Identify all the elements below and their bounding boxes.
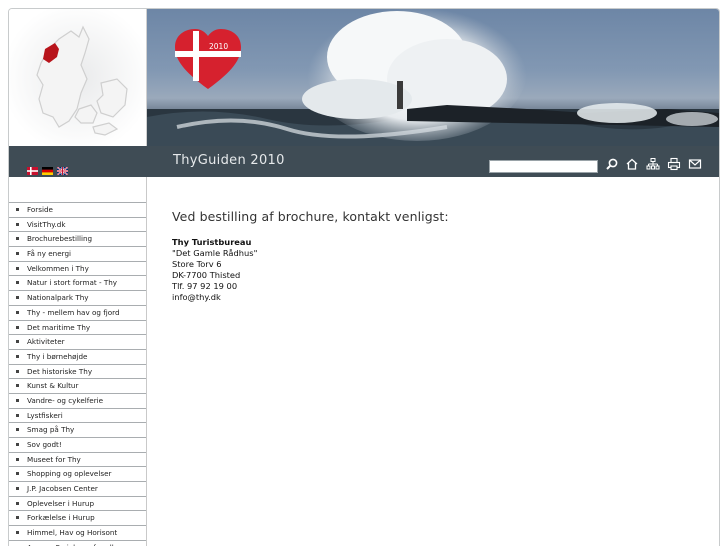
sidebar-item[interactable]: Shopping og oplevelser: [9, 467, 146, 482]
sidebar-item[interactable]: Det historiske Thy: [9, 365, 146, 380]
sidebar-item[interactable]: Museet for Thy: [9, 453, 146, 468]
sidebar-item-label: Sov godt!: [27, 440, 62, 449]
bullet-icon: [16, 267, 19, 270]
sidebar-item[interactable]: Smag på Thy: [9, 423, 146, 438]
site-title: ThyGuiden 2010: [173, 153, 285, 168]
sidebar-item-label: Forkælelse i Hurup: [27, 513, 95, 522]
contact-line: Tlf. 97 92 19 00: [172, 281, 692, 292]
mail-icon[interactable]: [688, 157, 702, 171]
sidebar-item[interactable]: Brochurebestilling: [9, 232, 146, 247]
bullet-icon: [16, 223, 19, 226]
main-content: Ved bestilling af brochure, kontakt venl…: [172, 209, 692, 303]
bullet-icon: [16, 516, 19, 519]
bullet-icon: [16, 208, 19, 211]
sidebar-item[interactable]: Thy i børnehøjde: [9, 350, 146, 365]
sitemap-icon[interactable]: [646, 157, 660, 171]
sidebar-item[interactable]: Vandre- og cykelferie: [9, 394, 146, 409]
contact-line: Store Torv 6: [172, 259, 692, 270]
sidebar-item[interactable]: Få ny energi: [9, 247, 146, 262]
sidebar-item[interactable]: Nationalpark Thy: [9, 291, 146, 306]
heart-flag-icon: [173, 27, 243, 91]
sidebar-item-label: Vandre- og cykelferie: [27, 396, 103, 405]
bullet-icon: [16, 428, 19, 431]
contact-line: "Det Gamle Rådhus": [172, 248, 692, 259]
bullet-icon: [16, 502, 19, 505]
sidebar-item-label: Brochurebestilling: [27, 234, 92, 243]
sidebar-item-label: Natur i stort format - Thy: [27, 278, 117, 287]
home-icon[interactable]: [625, 157, 639, 171]
sidebar-item[interactable]: Agger - Feriebyen for alle: [9, 541, 146, 546]
sidebar-item-label: Thy - mellem hav og fjord: [27, 308, 120, 317]
contact-address: Thy Turistbureau "Det Gamle Rådhus" Stor…: [172, 237, 692, 303]
bullet-icon: [16, 355, 19, 358]
contact-email-link[interactable]: info@thy.dk: [172, 292, 692, 303]
sidebar-item-label: Himmel, Hav og Horisont: [27, 528, 117, 537]
contact-org: Thy Turistbureau: [172, 237, 692, 248]
sidebar-item-label: Nationalpark Thy: [27, 293, 89, 302]
search-input[interactable]: [489, 160, 598, 173]
page-frame: 2010: [8, 8, 720, 546]
bullet-icon: [16, 296, 19, 299]
page-heading: Ved bestilling af brochure, kontakt venl…: [172, 209, 692, 224]
bullet-icon: [16, 237, 19, 240]
sidebar-item[interactable]: Natur i stort format - Thy: [9, 276, 146, 291]
bullet-icon: [16, 340, 19, 343]
bullet-icon: [16, 443, 19, 446]
sidebar-item-label: Shopping og oplevelser: [27, 469, 111, 478]
denmark-map[interactable]: [9, 9, 147, 146]
bullet-icon: [16, 281, 19, 284]
sidebar-item-label: Få ny energi: [27, 249, 71, 258]
sidebar-item[interactable]: Oplevelser i Hurup: [9, 497, 146, 512]
denmark-map-graphic: [9, 9, 146, 146]
sidebar-item[interactable]: Sov godt!: [9, 438, 146, 453]
toolbar: ThyGuiden 2010: [9, 146, 719, 177]
bullet-icon: [16, 326, 19, 329]
sidebar-item[interactable]: J.P. Jacobsen Center: [9, 482, 146, 497]
sidebar-item-label: Lystfiskeri: [27, 411, 63, 420]
sidebar-item-label: Det maritime Thy: [27, 323, 90, 332]
sidebar-item-label: Oplevelser i Hurup: [27, 499, 94, 508]
heart-badge: 2010: [173, 27, 243, 91]
sidebar-item-label: Aktiviteter: [27, 337, 65, 346]
sidebar-item-label: Smag på Thy: [27, 425, 74, 434]
flag-uk-icon[interactable]: [57, 160, 68, 168]
bullet-icon: [16, 384, 19, 387]
bullet-icon: [16, 458, 19, 461]
sidebar-item[interactable]: Thy - mellem hav og fjord: [9, 306, 146, 321]
sidebar-item-label: J.P. Jacobsen Center: [27, 484, 98, 493]
bullet-icon: [16, 311, 19, 314]
print-icon[interactable]: [667, 157, 681, 171]
hero-wave-photo: 2010: [147, 9, 719, 146]
bullet-icon: [16, 487, 19, 490]
sidebar-item[interactable]: Lystfiskeri: [9, 409, 146, 424]
bullet-icon: [16, 472, 19, 475]
bullet-icon: [16, 252, 19, 255]
sidebar-item-label: Det historiske Thy: [27, 367, 92, 376]
bullet-icon: [16, 531, 19, 534]
sidebar-item-label: Forside: [27, 205, 53, 214]
contact-line: DK-7700 Thisted: [172, 270, 692, 281]
sidebar-item[interactable]: Velkommen i Thy: [9, 262, 146, 277]
bullet-icon: [16, 414, 19, 417]
sidebar-item-label: Museet for Thy: [27, 455, 81, 464]
sidebar-item-label: Thy i børnehøjde: [27, 352, 87, 361]
sidebar-item[interactable]: VisitThy.dk: [9, 218, 146, 233]
search-icon[interactable]: [605, 157, 619, 171]
badge-year: 2010: [209, 42, 228, 51]
flag-danish-icon[interactable]: [27, 160, 38, 168]
sidebar-nav: Forside VisitThy.dk Brochurebestilling Få n…: [9, 202, 146, 546]
sidebar-item[interactable]: Aktiviteter: [9, 335, 146, 350]
sidebar-item[interactable]: Himmel, Hav og Horisont: [9, 526, 146, 541]
sidebar: Forside VisitThy.dk Brochurebestilling Få n…: [9, 177, 147, 546]
sidebar-item[interactable]: Forkælelse i Hurup: [9, 511, 146, 526]
bullet-icon: [16, 370, 19, 373]
sidebar-item[interactable]: Kunst & Kultur: [9, 379, 146, 394]
sidebar-item-label: Kunst & Kultur: [27, 381, 78, 390]
sidebar-item-label: Velkommen i Thy: [27, 264, 89, 273]
sidebar-item-label: VisitThy.dk: [27, 220, 66, 229]
bullet-icon: [16, 399, 19, 402]
sidebar-item[interactable]: Det maritime Thy: [9, 321, 146, 336]
flag-german-icon[interactable]: [42, 160, 53, 168]
sidebar-item[interactable]: Forside: [9, 202, 146, 218]
